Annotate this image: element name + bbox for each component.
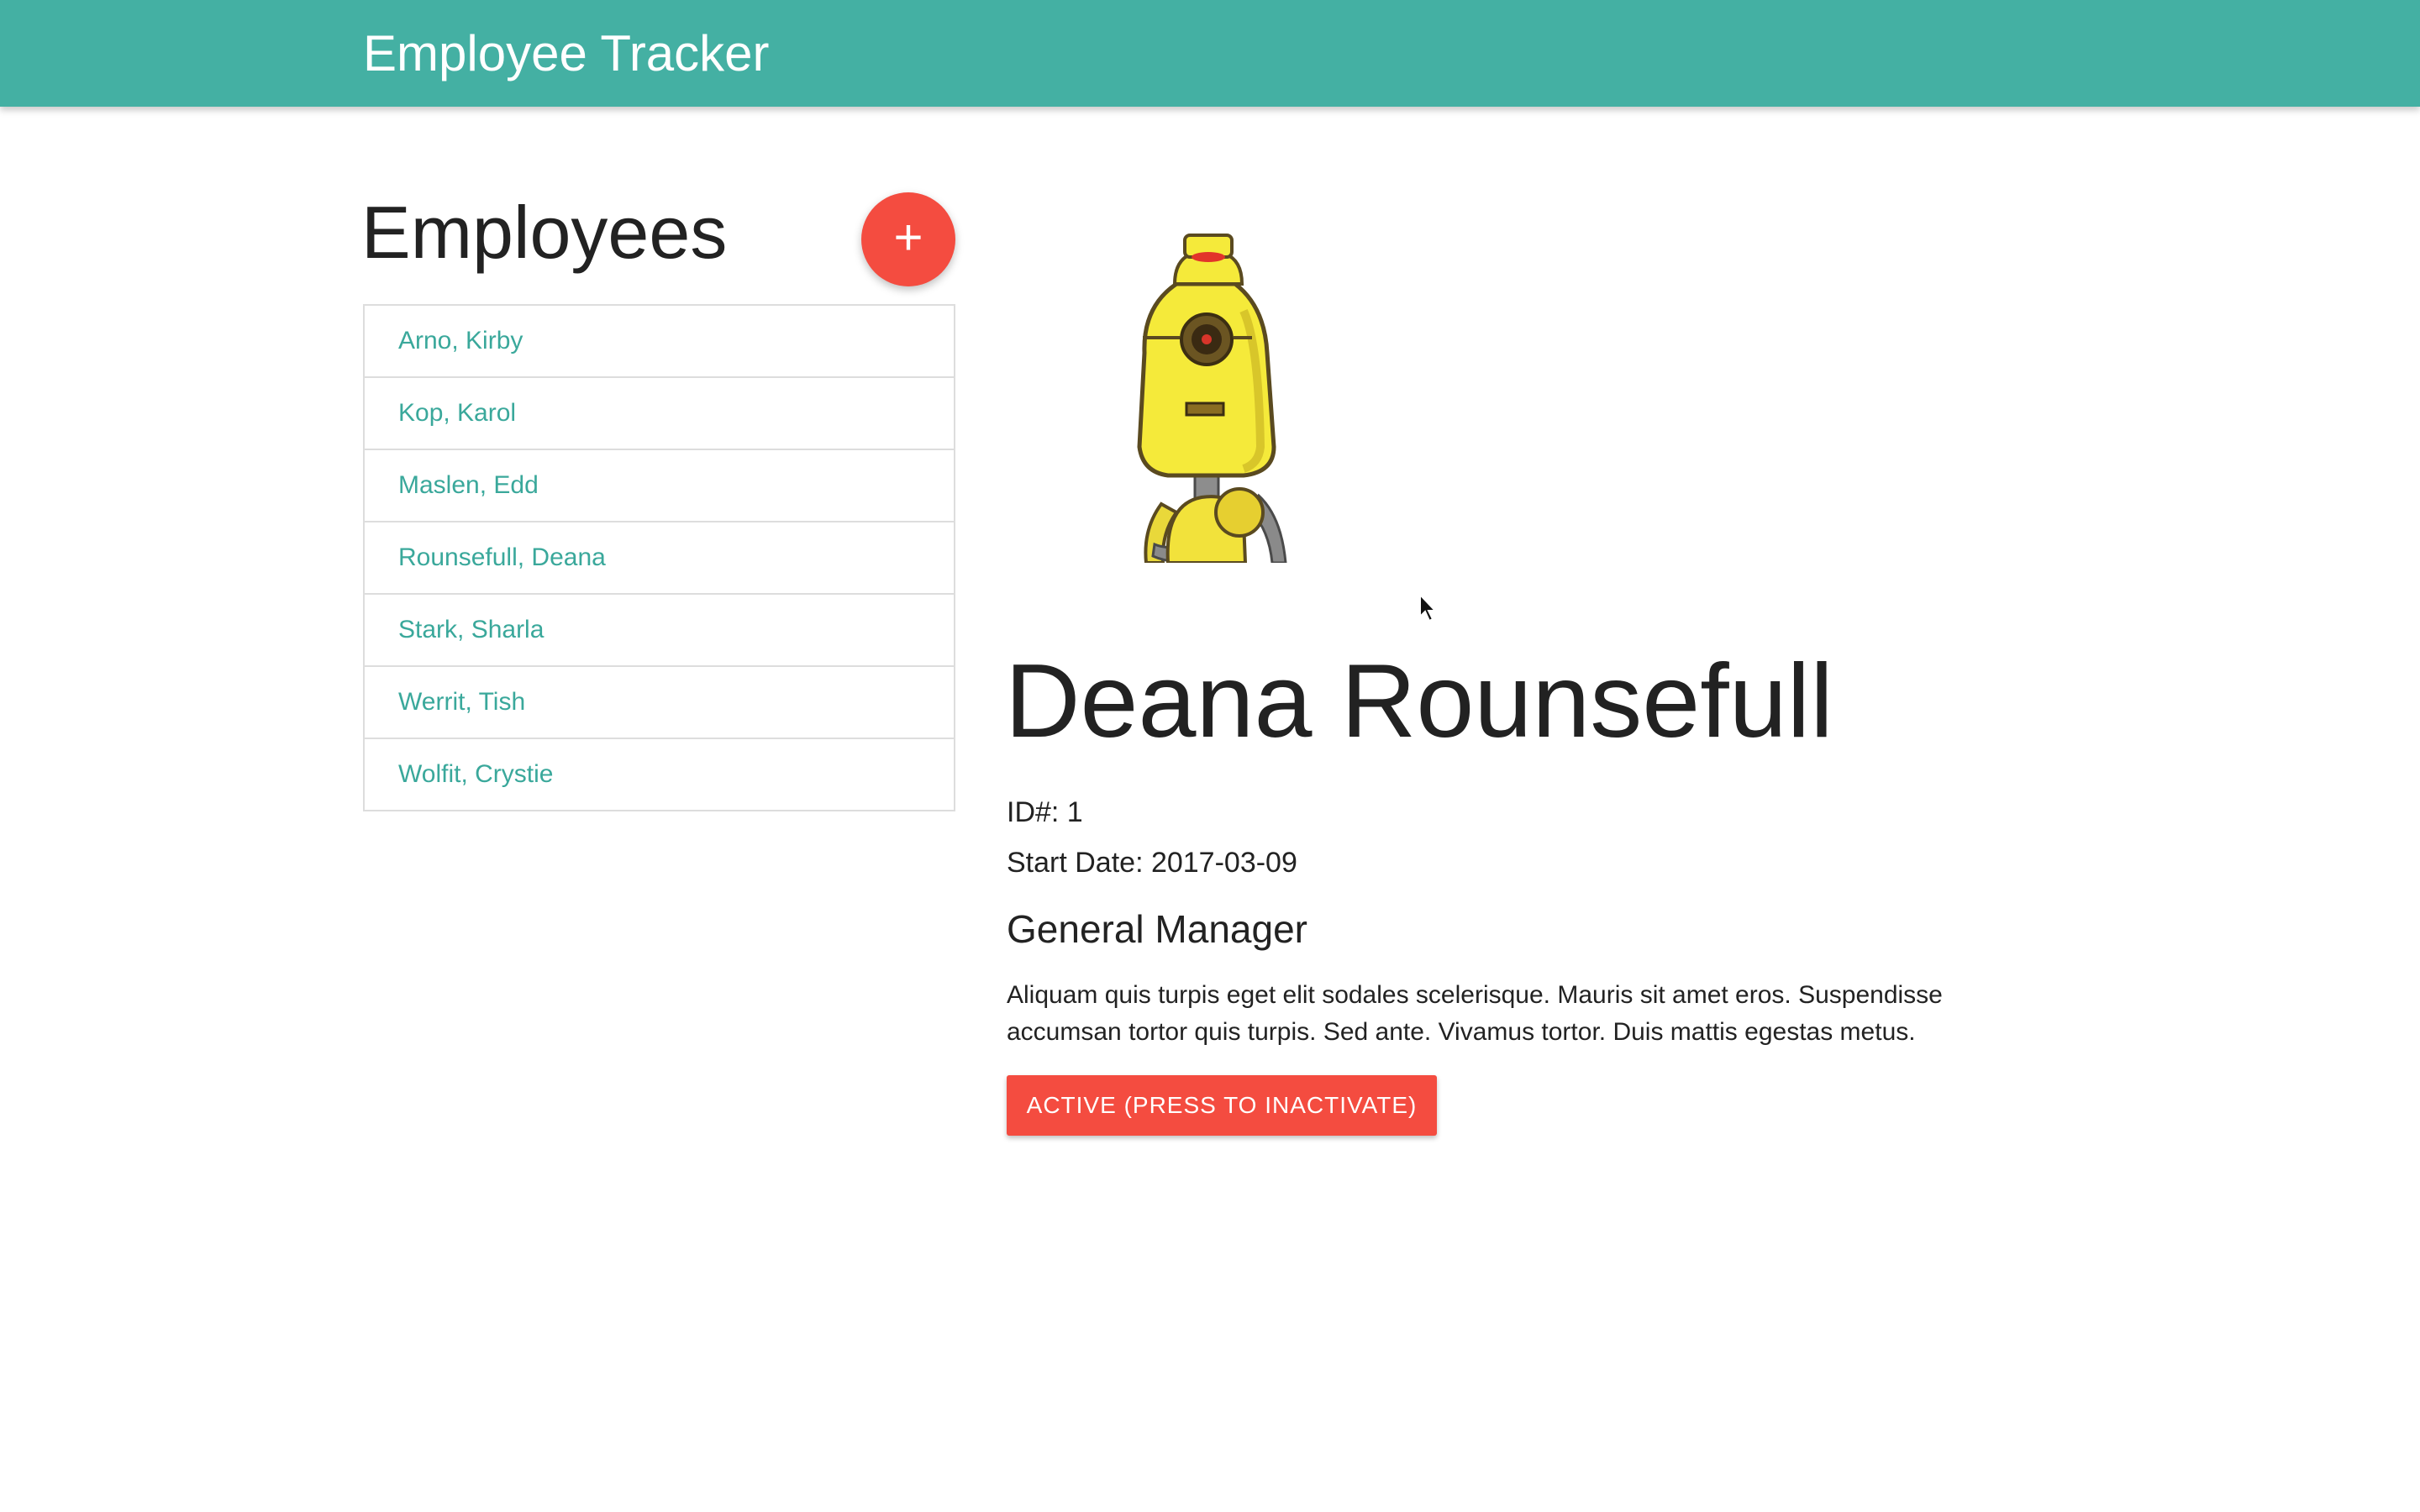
mouse-pointer-icon [1418,592,1438,623]
employee-id: ID#: 1 [1007,796,1083,828]
employee-description: Aliquam quis turpis eget elit sodales sc… [1007,981,1943,1046]
employee-list-item[interactable]: Maslen, Edd [365,450,954,522]
employee-name: Deana Rounsefull [1005,643,1833,759]
employee-list-item[interactable]: Kop, Karol [365,378,954,450]
employee-list: Arno, Kirby Kop, Karol Maslen, Edd Rouns… [363,304,955,811]
employee-list-item[interactable]: Wolfit, Crystie [365,739,954,810]
employee-start-date: Start Date: 2017-03-09 [1007,847,1297,879]
toggle-active-button[interactable]: ACTIVE (PRESS TO INACTIVATE) [1007,1075,1437,1136]
employee-list-item[interactable]: Arno, Kirby [365,306,954,378]
employee-job-title: General Manager [1007,907,1307,951]
employees-heading: Employees [361,191,728,274]
employee-list-item[interactable]: Werrit, Tish [365,667,954,739]
app-title[interactable]: Employee Tracker [363,24,770,84]
add-employee-button[interactable]: + [861,192,955,286]
top-navbar: Employee Tracker [0,0,2420,107]
employee-list-item[interactable]: Rounsefull, Deana [365,522,954,595]
employee-list-item[interactable]: Stark, Sharla [365,595,954,667]
employee-avatar-image [1109,227,1311,564]
